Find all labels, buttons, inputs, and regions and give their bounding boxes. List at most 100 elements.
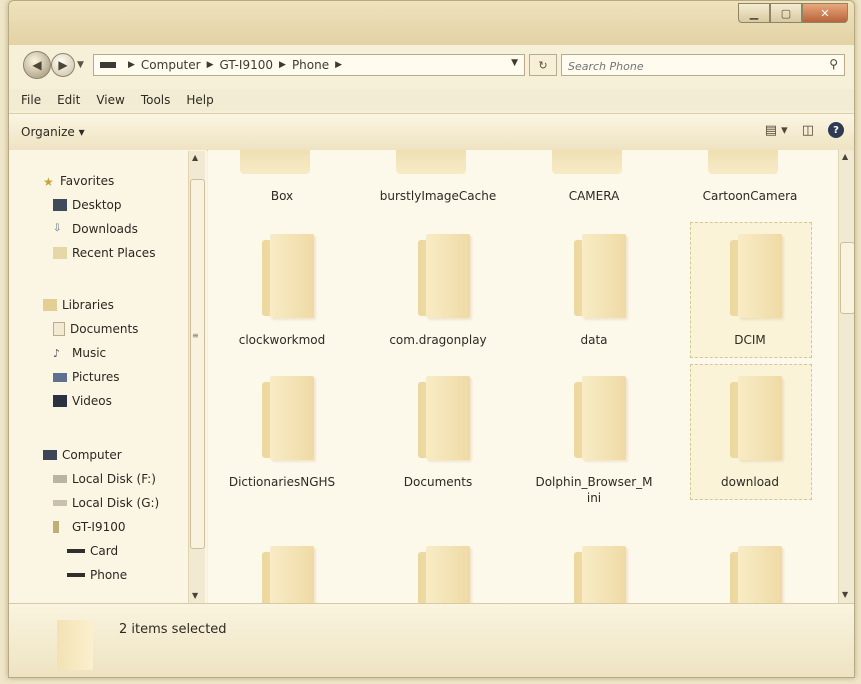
breadcrumb-phone[interactable]: Phone xyxy=(292,58,329,72)
folder-icon xyxy=(418,542,478,603)
selection-status: 2 items selected xyxy=(119,622,227,637)
navigation-pane-scrollbar[interactable]: ▲ ≡ ▼ xyxy=(188,151,205,603)
folder-icon xyxy=(57,620,93,670)
nav-local-disk-g[interactable]: Local Disk (G:) xyxy=(53,496,159,510)
phone-storage-icon xyxy=(67,573,85,577)
search-input[interactable] xyxy=(562,58,804,75)
nav-documents-label: Documents xyxy=(70,322,139,336)
scroll-down-icon[interactable]: ▼ xyxy=(192,591,198,600)
phone-icon xyxy=(53,521,59,533)
nav-videos-label: Videos xyxy=(72,394,112,408)
recent-pages-dropdown[interactable]: ▼ xyxy=(77,60,84,70)
nav-music-label: Music xyxy=(72,346,107,360)
folder-label: Documents xyxy=(403,475,473,489)
window-controls: ▁ ▢ ✕ xyxy=(738,3,848,23)
file-list: Box burstlyImageCache CAMERA CartoonCame… xyxy=(208,150,838,603)
folder-label: com.dragonplay xyxy=(389,333,487,347)
nav-phone[interactable]: Phone xyxy=(67,568,127,582)
nav-documents[interactable]: Documents xyxy=(53,322,138,336)
navigation-pane-scroll-thumb[interactable] xyxy=(190,179,205,549)
command-bar: Organize ▾ ▤ ▾ ◫ ? xyxy=(9,113,854,151)
change-view-icon[interactable]: ▤ ▾ xyxy=(765,123,788,138)
computer-icon xyxy=(43,450,57,460)
nav-pictures-label: Pictures xyxy=(72,370,120,384)
hard-drive-icon xyxy=(53,475,67,483)
nav-recent-places[interactable]: Recent Places xyxy=(53,246,155,260)
nav-downloads[interactable]: ⇩ Downloads xyxy=(53,222,138,236)
folder-icon xyxy=(708,150,778,174)
downloads-icon: ⇩ xyxy=(53,223,62,234)
desktop-icon xyxy=(53,199,67,211)
folder-label: clockworkmod xyxy=(238,333,326,347)
navigation-pane: ★ Favorites Desktop ⇩ Downloads Recent Pla… xyxy=(9,150,207,603)
nav-gt-i9100-label: GT-I9100 xyxy=(72,520,126,534)
nav-desktop[interactable]: Desktop xyxy=(53,198,122,212)
phone-device-icon xyxy=(100,62,116,68)
refresh-button[interactable]: ↻ xyxy=(529,54,557,76)
organize-button[interactable]: Organize ▾ xyxy=(21,125,85,139)
storage-card-icon xyxy=(67,549,85,553)
file-list-scrollbar[interactable]: ▲ ▼ xyxy=(838,150,854,603)
nav-downloads-label: Downloads xyxy=(72,222,138,236)
folder-icon xyxy=(574,230,634,320)
folder-label[interactable]: CAMERA xyxy=(534,188,654,204)
breadcrumb-gt-i9100[interactable]: GT-I9100 xyxy=(220,58,274,72)
nav-pictures[interactable]: Pictures xyxy=(53,370,120,384)
folder-icon xyxy=(730,372,790,462)
recent-places-icon xyxy=(53,247,67,259)
nav-music[interactable]: ♪ Music xyxy=(53,346,106,360)
maximize-button[interactable]: ▢ xyxy=(770,3,802,23)
menu-file[interactable]: File xyxy=(9,93,49,107)
file-list-scroll-thumb[interactable] xyxy=(840,242,854,314)
documents-icon xyxy=(53,322,65,336)
scroll-up-icon[interactable]: ▲ xyxy=(842,152,848,161)
nav-card[interactable]: Card xyxy=(67,544,118,558)
nav-libraries-label: Libraries xyxy=(62,298,114,312)
help-icon[interactable]: ? xyxy=(828,122,844,138)
scroll-up-icon[interactable]: ▲ xyxy=(192,153,198,162)
nav-videos[interactable]: Videos xyxy=(53,394,112,408)
details-pane: 2 items selected xyxy=(9,603,854,677)
breadcrumb-separator-icon[interactable]: ▶ xyxy=(207,60,214,70)
folder-label[interactable]: burstlyImageCache xyxy=(378,188,498,204)
search-icon[interactable]: ⚲ xyxy=(829,57,838,71)
breadcrumb-computer[interactable]: Computer xyxy=(141,58,201,72)
preview-pane-icon[interactable]: ◫ xyxy=(802,123,814,138)
search-box[interactable]: ⚲ xyxy=(561,54,845,76)
address-bar[interactable]: ▶ Computer ▶ GT-I9100 ▶ Phone ▶ ▼ xyxy=(93,54,525,76)
nav-local-disk-f-label: Local Disk (F:) xyxy=(72,472,156,486)
breadcrumb-separator-icon[interactable]: ▶ xyxy=(279,60,286,70)
back-button[interactable]: ◀ xyxy=(23,51,51,79)
forward-button[interactable]: ▶ xyxy=(51,53,75,77)
refresh-icon: ↻ xyxy=(538,58,548,72)
menu-edit[interactable]: Edit xyxy=(49,93,88,107)
breadcrumb-separator-icon[interactable]: ▶ xyxy=(128,60,135,70)
folder-icon xyxy=(396,150,466,174)
folder-label[interactable]: CartoonCamera xyxy=(690,188,810,204)
menu-tools[interactable]: Tools xyxy=(133,93,179,107)
menu-help[interactable]: Help xyxy=(178,93,221,107)
folder-icon xyxy=(552,150,622,174)
address-dropdown-icon[interactable]: ▼ xyxy=(511,58,518,68)
menu-view[interactable]: View xyxy=(88,93,132,107)
folder-icon xyxy=(262,230,322,320)
nav-libraries[interactable]: Libraries xyxy=(43,298,114,312)
nav-favorites[interactable]: ★ Favorites xyxy=(43,174,114,189)
scroll-down-icon[interactable]: ▼ xyxy=(842,590,848,599)
forward-arrow-icon: ▶ xyxy=(58,58,68,72)
title-bar[interactable]: ▁ ▢ ✕ xyxy=(9,1,854,45)
folder-label[interactable]: Box xyxy=(222,188,342,204)
folder-icon xyxy=(240,150,310,174)
folder-icon xyxy=(262,372,322,462)
nav-local-disk-g-label: Local Disk (G:) xyxy=(72,496,160,510)
folder-label: download xyxy=(720,475,780,489)
folder-icon xyxy=(418,372,478,462)
nav-gt-i9100[interactable]: GT-I9100 xyxy=(53,520,126,534)
breadcrumb-separator-icon[interactable]: ▶ xyxy=(335,60,342,70)
nav-computer[interactable]: Computer xyxy=(43,448,122,462)
pictures-icon xyxy=(53,372,67,382)
nav-local-disk-f[interactable]: Local Disk (F:) xyxy=(53,472,156,486)
close-button[interactable]: ✕ xyxy=(802,3,848,23)
folder-label: Dolphin_Browser_Mini xyxy=(535,475,653,505)
minimize-button[interactable]: ▁ xyxy=(738,3,770,23)
